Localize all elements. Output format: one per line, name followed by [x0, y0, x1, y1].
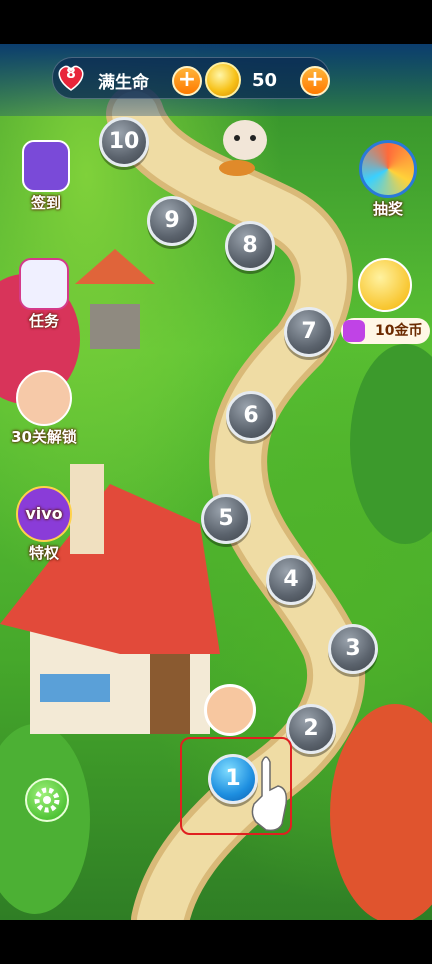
unlock-30-button[interactable]: 30关解锁	[8, 370, 80, 447]
level-8[interactable]: 8	[225, 221, 275, 271]
gear-icon	[34, 787, 60, 813]
task-list-icon	[19, 258, 69, 310]
level-2[interactable]: 2	[286, 704, 336, 754]
tasks-label: 任务	[28, 312, 59, 330]
pointing-hand-icon	[251, 756, 288, 832]
character-portrait-icon	[16, 370, 72, 426]
coin-count: 50	[252, 70, 278, 91]
level-9[interactable]: 9	[147, 196, 197, 246]
lives-count: 8	[66, 66, 76, 82]
calendar-icon	[22, 140, 70, 192]
level-10[interactable]: 10	[99, 117, 149, 167]
lottery-button[interactable]: 抽奖	[356, 140, 420, 219]
lucky-wheel-icon	[359, 140, 417, 198]
player-avatar	[204, 684, 256, 736]
level-6[interactable]: 6	[226, 391, 276, 441]
add-coins-button[interactable]: +	[300, 66, 330, 96]
level-4[interactable]: 4	[266, 555, 316, 605]
star-coin-icon[interactable]	[358, 258, 412, 312]
unlock-30-label: 30关解锁	[11, 428, 77, 446]
privilege-label: 特权	[28, 544, 59, 562]
lives-label: 满生命	[98, 73, 149, 93]
tasks-button[interactable]: 任务	[14, 258, 74, 331]
crown-icon: vivo	[16, 486, 72, 542]
vivo-privilege-button[interactable]: vivo 特权	[14, 486, 74, 563]
lottery-label: 抽奖	[372, 200, 403, 218]
checkin-label: 签到	[30, 194, 61, 212]
dog-character	[219, 120, 267, 176]
level-7[interactable]: 7	[284, 307, 334, 357]
well	[75, 249, 155, 349]
level-5[interactable]: 5	[201, 494, 251, 544]
coin-icon	[205, 62, 241, 98]
checkin-button[interactable]: 签到	[18, 140, 74, 213]
video-play-icon	[343, 320, 365, 342]
level-3[interactable]: 3	[328, 624, 378, 674]
top-hud: 8 满生命 + 50 +	[0, 44, 432, 116]
settings-button[interactable]	[25, 778, 69, 822]
add-lives-button[interactable]: +	[172, 66, 202, 96]
